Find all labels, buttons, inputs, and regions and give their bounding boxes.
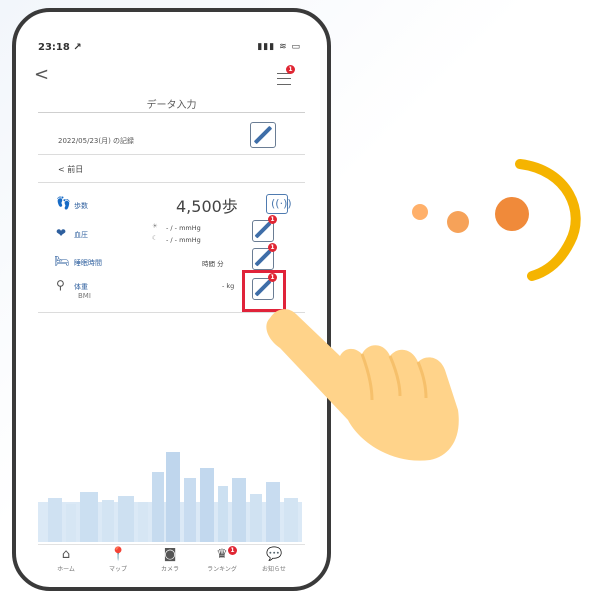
tab-map[interactable]: 📍 マップ — [98, 544, 138, 578]
status-icons: ▮▮▮ ≋ ▭ — [257, 42, 301, 52]
tab-label: ランキング — [207, 566, 237, 573]
map-pin-icon: 📍 — [110, 547, 127, 562]
tab-news[interactable]: 💬 お知らせ — [254, 544, 294, 578]
weight-label: 体重 — [74, 283, 88, 291]
page-title: データ入力 — [146, 100, 197, 111]
pencil-edit-icon — [254, 249, 272, 267]
header-divider — [38, 112, 305, 113]
record-date: 2022/05/23(月) の記録 — [58, 137, 135, 145]
tab-label: マップ — [108, 566, 127, 573]
sleep-value: 時間 分 — [202, 260, 224, 268]
chat-bubble-icon: 💬 — [266, 547, 283, 562]
menu-badge: 1 — [286, 65, 295, 74]
status-time: 23:18 ↗ — [38, 42, 82, 53]
blood-pressure-icon: ❤ — [56, 226, 67, 240]
sun-icon: ☀ — [152, 222, 158, 230]
blood-pressure-edit-button[interactable]: 1 — [252, 215, 277, 242]
pedometer-sync-button[interactable]: ((·)) — [266, 194, 292, 214]
steps-label: 歩数 — [74, 202, 88, 210]
tab-label: お知らせ — [262, 566, 286, 573]
wifi-icon: ≋ — [279, 42, 288, 52]
status-bar: 23:18 ↗ ▮▮▮ ≋ ▭ — [16, 12, 327, 53]
weight-value: - kg — [222, 282, 235, 290]
night-bp-value: - / - mmHg — [166, 236, 201, 244]
steps-value: 4,500歩 — [176, 197, 238, 216]
blood-pressure-label: 血圧 — [74, 231, 88, 239]
date-edit-button[interactable] — [250, 122, 276, 148]
sleep-bed-icon: 🛏 — [54, 254, 70, 268]
home-icon: ⌂ — [61, 547, 71, 562]
battery-icon: ▭ — [291, 42, 301, 52]
pencil-edit-icon — [253, 125, 273, 145]
camera-icon: ◙ — [163, 547, 177, 562]
pedometer-sync-icon: ((·)) — [271, 197, 292, 210]
back-chevron-icon[interactable]: < — [34, 63, 49, 87]
moon-icon: ☾ — [152, 234, 158, 242]
tab-camera[interactable]: ◙ カメラ — [150, 544, 190, 578]
tab-home[interactable]: ⌂ ホーム — [46, 544, 86, 578]
motion-dots-icon — [412, 159, 581, 281]
hamburger-menu-icon[interactable]: 1 — [277, 65, 295, 85]
pointing-hand-icon — [266, 309, 459, 461]
cellular-signal-icon: ▮▮▮ — [257, 42, 276, 52]
tab-label: ホーム — [57, 566, 75, 573]
prev-day-link[interactable]: < 前日 — [58, 164, 83, 175]
ranking-badge: 1 — [228, 546, 237, 555]
sleep-label: 睡眠時間 — [74, 259, 102, 267]
scale-icon: ⚲ — [56, 278, 65, 292]
divider — [38, 182, 305, 183]
tab-ranking[interactable]: ♛ 1 ランキング — [202, 544, 242, 578]
footsteps-icon: 👣 — [56, 196, 71, 210]
bp-badge: 1 — [268, 215, 277, 224]
divider — [38, 154, 305, 155]
tab-label: カメラ — [160, 566, 179, 573]
nav-bar: < 1 — [16, 64, 327, 91]
bmi-label: BMI — [78, 292, 91, 300]
sleep-badge: 1 — [268, 243, 277, 252]
morning-bp-value: - / - mmHg — [166, 224, 201, 232]
sleep-edit-button[interactable]: 1 — [252, 243, 277, 270]
pencil-edit-icon — [254, 221, 272, 239]
